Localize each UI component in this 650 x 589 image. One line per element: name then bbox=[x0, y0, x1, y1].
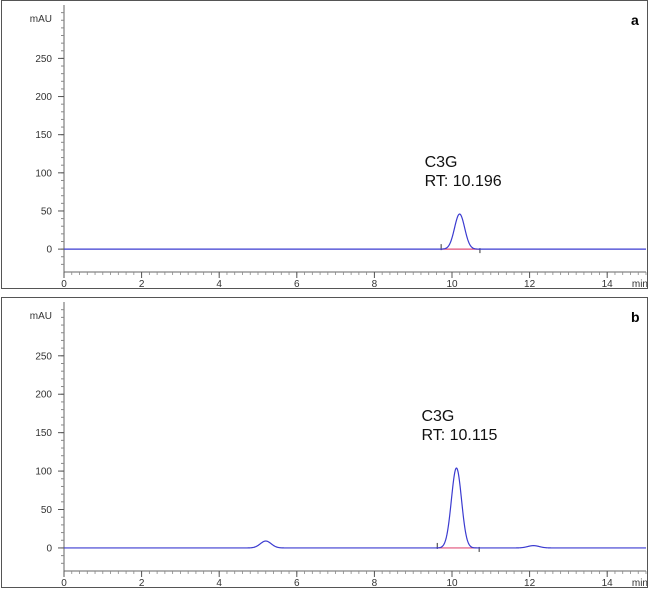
y-tick-label: 150 bbox=[35, 130, 52, 141]
x-tick-label: 6 bbox=[294, 578, 300, 589]
y-tick-label: 0 bbox=[46, 245, 52, 256]
y-axis-unit-label: mAU bbox=[30, 311, 52, 322]
x-tick-label: 2 bbox=[139, 279, 145, 290]
chromatogram-trace bbox=[64, 467, 646, 549]
panel-letter: b bbox=[631, 309, 640, 325]
y-tick-label: 150 bbox=[35, 428, 52, 439]
chromatogram-trace bbox=[64, 213, 646, 250]
y-tick-label: 200 bbox=[35, 92, 52, 103]
y-tick-label: 100 bbox=[35, 467, 52, 478]
x-axis-unit-label: min bbox=[632, 578, 648, 589]
x-tick-label: 12 bbox=[524, 578, 536, 589]
y-tick-label: 250 bbox=[35, 54, 52, 65]
x-tick-label: 4 bbox=[216, 578, 222, 589]
chromatogram-panel-a: 0 50 100 150 200 250 mAU 0 2 4 6 8 10 12 14 min C3G RT: 1… bbox=[1, 0, 648, 290]
x-tick-label: 10 bbox=[446, 578, 458, 589]
panel-letter: a bbox=[631, 12, 639, 28]
x-axis-unit-label: min bbox=[632, 279, 648, 290]
y-tick-label: 200 bbox=[35, 390, 52, 401]
x-tick-label: 8 bbox=[372, 279, 378, 290]
x-tick-label: 10 bbox=[446, 279, 458, 290]
peak-label-name: C3G bbox=[425, 154, 458, 171]
chromatogram-a-svg: 0 50 100 150 200 250 mAU 0 2 4 6 8 10 12 14 min C3G RT: 1… bbox=[30, 5, 648, 290]
y-tick-label: 100 bbox=[35, 168, 52, 179]
y-tick-label: 250 bbox=[35, 351, 52, 362]
chromatogram-panel-b: 0 50 100 150 200 250 mAU 0 2 4 6 8 10 12 14 min C3G RT: 1… bbox=[1, 297, 648, 589]
y-tick-label: 0 bbox=[46, 543, 52, 554]
x-tick-label: 6 bbox=[294, 279, 300, 290]
y-tick-label: 50 bbox=[41, 505, 53, 516]
peak-label-rt: RT: 10.196 bbox=[425, 173, 502, 190]
peak-label-rt: RT: 10.115 bbox=[421, 427, 497, 444]
x-tick-label: 4 bbox=[216, 279, 222, 290]
chromatogram-b-svg: 0 50 100 150 200 250 mAU 0 2 4 6 8 10 12 14 min C3G RT: 1… bbox=[30, 302, 648, 589]
x-tick-label: 14 bbox=[602, 578, 614, 589]
x-tick-label: 0 bbox=[61, 279, 67, 290]
y-axis-unit-label: mAU bbox=[30, 14, 52, 25]
x-tick-label: 2 bbox=[139, 578, 145, 589]
peak-label-name: C3G bbox=[421, 408, 454, 425]
x-tick-label: 0 bbox=[61, 578, 67, 589]
y-tick-label: 50 bbox=[41, 206, 53, 217]
x-tick-label: 8 bbox=[372, 578, 378, 589]
x-tick-label: 12 bbox=[524, 279, 536, 290]
x-tick-label: 14 bbox=[602, 279, 614, 290]
